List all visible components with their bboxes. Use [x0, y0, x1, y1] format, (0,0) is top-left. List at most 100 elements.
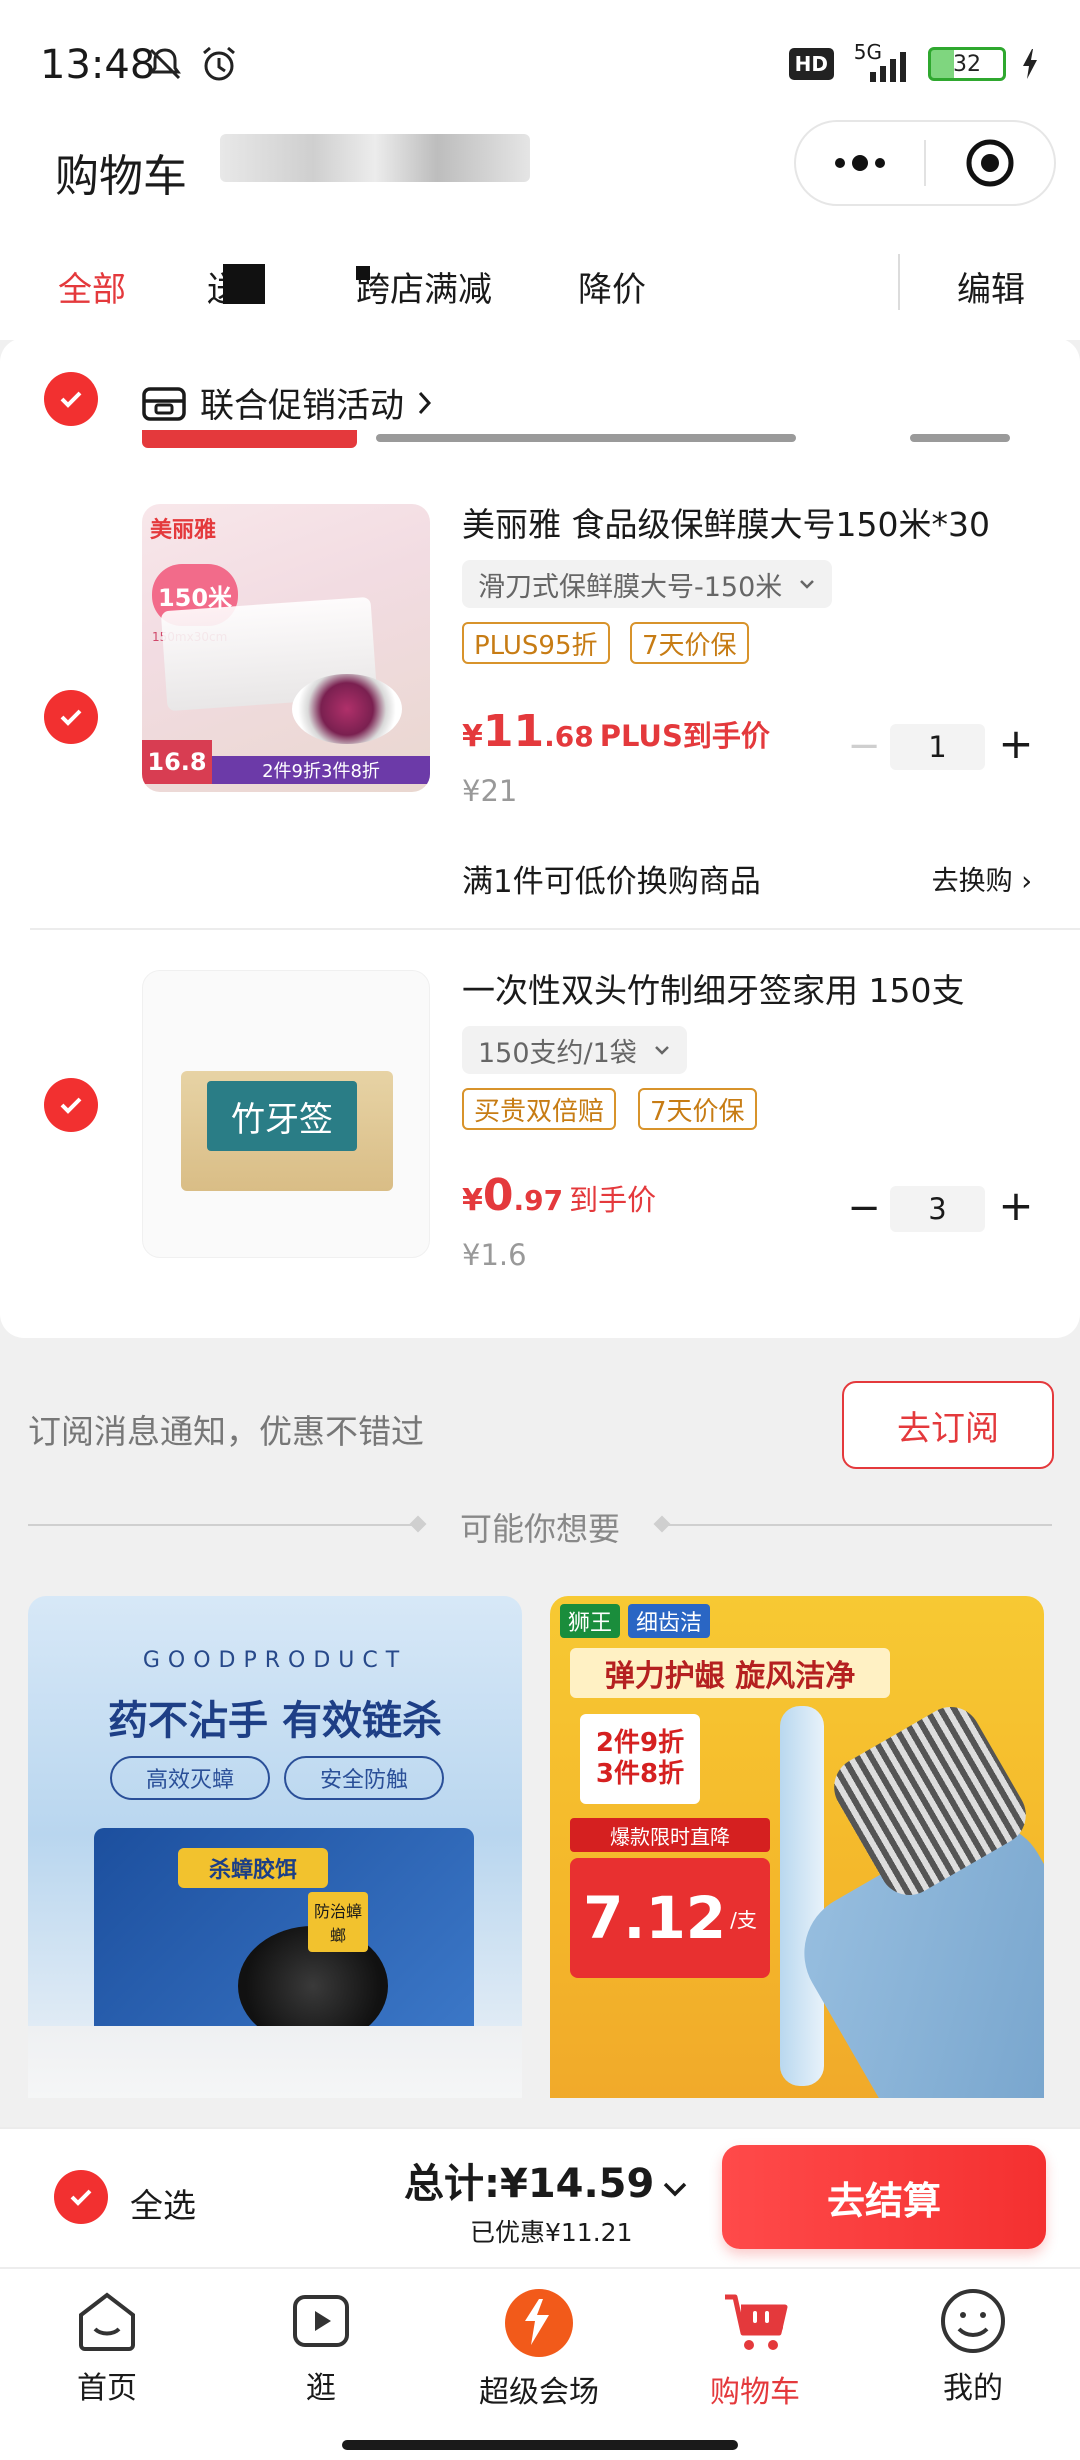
rec-toothbrush-thin: [780, 1706, 824, 2086]
rec-unit: /支: [730, 1907, 757, 1932]
target-icon: [966, 139, 1014, 187]
subscribe-button[interactable]: 去订阅: [842, 1381, 1054, 1469]
rec-badge: 高效灭蟑: [110, 1756, 270, 1800]
alarm-icon: [203, 46, 235, 81]
tab-price-drop[interactable]: 降价: [578, 262, 646, 311]
rec-product-name: 杀蟑胶饵: [178, 1848, 328, 1888]
product-title[interactable]: 一次性双头竹制细牙签家用 150支: [462, 964, 964, 1012]
recommend-card[interactable]: 狮王 细齿洁 弹力护龈 旋风洁净 2件9折 3件8折 爆款限时直降 7.12 /…: [550, 1596, 1044, 2126]
tab-home[interactable]: 首页: [32, 2285, 182, 2407]
tab-cart[interactable]: 购物车: [680, 2285, 830, 2411]
image-pack-label: 竹牙签: [207, 1081, 357, 1151]
tab-cross-store-label: 跨店满减: [356, 270, 492, 310]
product-spec-label: 150支约/1袋: [478, 1037, 637, 1069]
tab-mine-label: 我的: [943, 2371, 1003, 2406]
close-miniapp-button[interactable]: [926, 122, 1054, 204]
checkout-button[interactable]: 去结算: [722, 2145, 1046, 2249]
status-icons-right: HD 5G 32: [788, 40, 1040, 84]
item-divider: [30, 928, 1080, 930]
price-currency: ¥: [462, 1183, 483, 1218]
price-integer: 0: [482, 1170, 514, 1221]
charging-icon: [1023, 49, 1037, 79]
price-detail-toggle[interactable]: [660, 2179, 690, 2203]
collapsed-promo-strip: [140, 430, 1020, 448]
select-all-checkbox[interactable]: [54, 2170, 108, 2224]
quantity-minus-button[interactable]: −: [846, 726, 882, 766]
quantity-plus-button[interactable]: +: [998, 1185, 1034, 1227]
image-offer-badge: 2件9折3件8折: [212, 756, 430, 784]
tab-all[interactable]: 全部: [58, 262, 126, 311]
rec-headline: 药不沾手 有效链杀: [108, 1698, 442, 1744]
tab-cross-store-discount[interactable]: 跨店满减: [356, 262, 492, 311]
tag-plus-discount: PLUS95折: [462, 622, 610, 664]
edit-button[interactable]: 编辑: [957, 262, 1025, 311]
more-dots-icon: [835, 155, 885, 171]
promo-strip-tag: [142, 430, 357, 448]
promo-label: 联合促销活动: [200, 386, 404, 426]
rec-brand-secondary: 细齿洁: [628, 1604, 711, 1638]
tab-redacted[interactable]: 送: [207, 262, 267, 310]
super-venue-icon: [505, 2289, 573, 2357]
status-icons-left: [145, 44, 239, 84]
price-decimal: .68: [544, 720, 594, 753]
tab-separator: [898, 254, 900, 310]
store-checkbox[interactable]: [44, 372, 98, 426]
recommend-card[interactable]: GOODPRODUCT 药不沾手 有效链杀 高效灭蟑 安全防触 杀蟑胶饵 防治蟑…: [28, 1596, 522, 2126]
quantity-minus-button[interactable]: −: [846, 1188, 882, 1228]
product-image[interactable]: 美丽雅 150米 150mx30cm 16.8 2件9折3件8折: [142, 504, 430, 792]
page-title: 购物车: [55, 151, 187, 202]
chevron-down-icon: [663, 2182, 687, 2197]
recommend-title: 可能你想要: [459, 1510, 620, 1548]
swap-text: 满1件可低价换购商品: [462, 864, 761, 900]
tab-browse[interactable]: 逛: [246, 2285, 396, 2407]
redaction-mark: [223, 264, 265, 304]
rec-deal: 爆款限时直降: [570, 1818, 770, 1852]
chevron-down-icon: [654, 1046, 669, 1055]
quantity-input[interactable]: 3: [890, 1186, 985, 1232]
item-checkbox[interactable]: [44, 690, 98, 744]
divider-line-right: [668, 1524, 1052, 1526]
price-currency: ¥: [462, 719, 483, 754]
swap-row[interactable]: 满1件可低价换购商品 去换购 ›: [462, 856, 1032, 901]
home-indicator: [342, 2440, 738, 2450]
check-icon: [60, 391, 82, 408]
tab-mine[interactable]: 我的: [898, 2285, 1048, 2407]
original-price: ¥21: [462, 774, 518, 808]
rec-brand: GOODPRODUCT: [142, 1648, 408, 1673]
total-price: 总计:¥14.59: [404, 2161, 655, 2207]
tab-browse-label: 逛: [306, 2371, 336, 2406]
swap-link[interactable]: 去换购 ›: [932, 859, 1032, 898]
rec-price-box: 7.12 /支: [570, 1858, 770, 1978]
more-button[interactable]: [796, 122, 924, 204]
tag-double-compensation: 买贵双倍赔: [462, 1088, 617, 1130]
product-title[interactable]: 美丽雅 食品级保鲜膜大号150米*30: [462, 498, 990, 546]
video-play-icon: [293, 2295, 349, 2347]
tab-home-label: 首页: [77, 2371, 137, 2406]
check-icon: [60, 709, 82, 726]
promo-strip-link: [910, 434, 1010, 442]
price-integer: 11: [482, 706, 545, 757]
check-icon: [60, 1097, 82, 1114]
rec-headline: 弹力护龈 旋风洁净: [570, 1648, 890, 1698]
product-spec-label: 滑刀式保鲜膜大号-150米: [478, 571, 783, 603]
product-spec-selector[interactable]: 滑刀式保鲜膜大号-150米: [462, 560, 833, 608]
quantity-plus-button[interactable]: +: [998, 723, 1034, 765]
promo-header[interactable]: 联合促销活动: [140, 378, 434, 427]
bottom-tab-bar: 首页 逛 超级会场 购物车 我的: [0, 2267, 1080, 2460]
select-all-label[interactable]: 全选: [130, 2179, 196, 2227]
price-suffix: 到手价: [569, 1183, 657, 1217]
tab-super-venue[interactable]: 超级会场: [464, 2285, 614, 2411]
product-image[interactable]: 竹牙签: [142, 970, 430, 1258]
product-price: ¥0.97 到手价: [462, 1170, 656, 1221]
mini-program-capsule: [794, 120, 1056, 206]
item-checkbox[interactable]: [44, 1078, 98, 1132]
battery-level: 32: [953, 51, 981, 77]
cart-icon: [725, 2294, 788, 2350]
checkout-bar: 全选 总计:¥14.59 已优惠¥11.21 去结算: [0, 2127, 1080, 2267]
promo-strip-text: [376, 434, 796, 442]
quantity-input[interactable]: 1: [890, 724, 985, 770]
rec-offer: 2件9折 3件8折: [580, 1714, 700, 1804]
product-spec-selector[interactable]: 150支约/1袋: [462, 1026, 687, 1074]
redaction-mark: [356, 266, 370, 280]
header: 购物车: [0, 120, 1080, 240]
